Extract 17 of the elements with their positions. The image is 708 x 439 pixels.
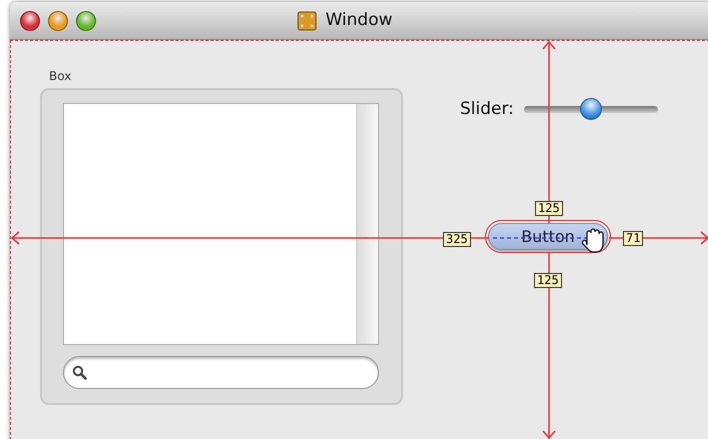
distance-label: 71 <box>623 231 644 246</box>
slider-thumb[interactable] <box>580 98 602 120</box>
hand-cursor-icon <box>582 228 604 253</box>
box-title: Box <box>49 68 72 85</box>
scrollbar[interactable] <box>356 104 378 344</box>
window-icon <box>297 10 318 30</box>
slider-label: Slider: <box>460 98 514 121</box>
window-title: Window <box>325 8 393 32</box>
distance-label: 325 <box>443 232 471 247</box>
search-icon <box>72 365 87 380</box>
search-field[interactable] <box>63 356 379 389</box>
distance-label: 125 <box>534 273 562 288</box>
slider[interactable] <box>524 98 658 122</box>
window-control-button[interactable] <box>20 11 40 31</box>
window-control-button[interactable] <box>76 11 96 31</box>
distance-label: 125 <box>535 201 563 216</box>
window-control-button[interactable] <box>48 11 68 31</box>
